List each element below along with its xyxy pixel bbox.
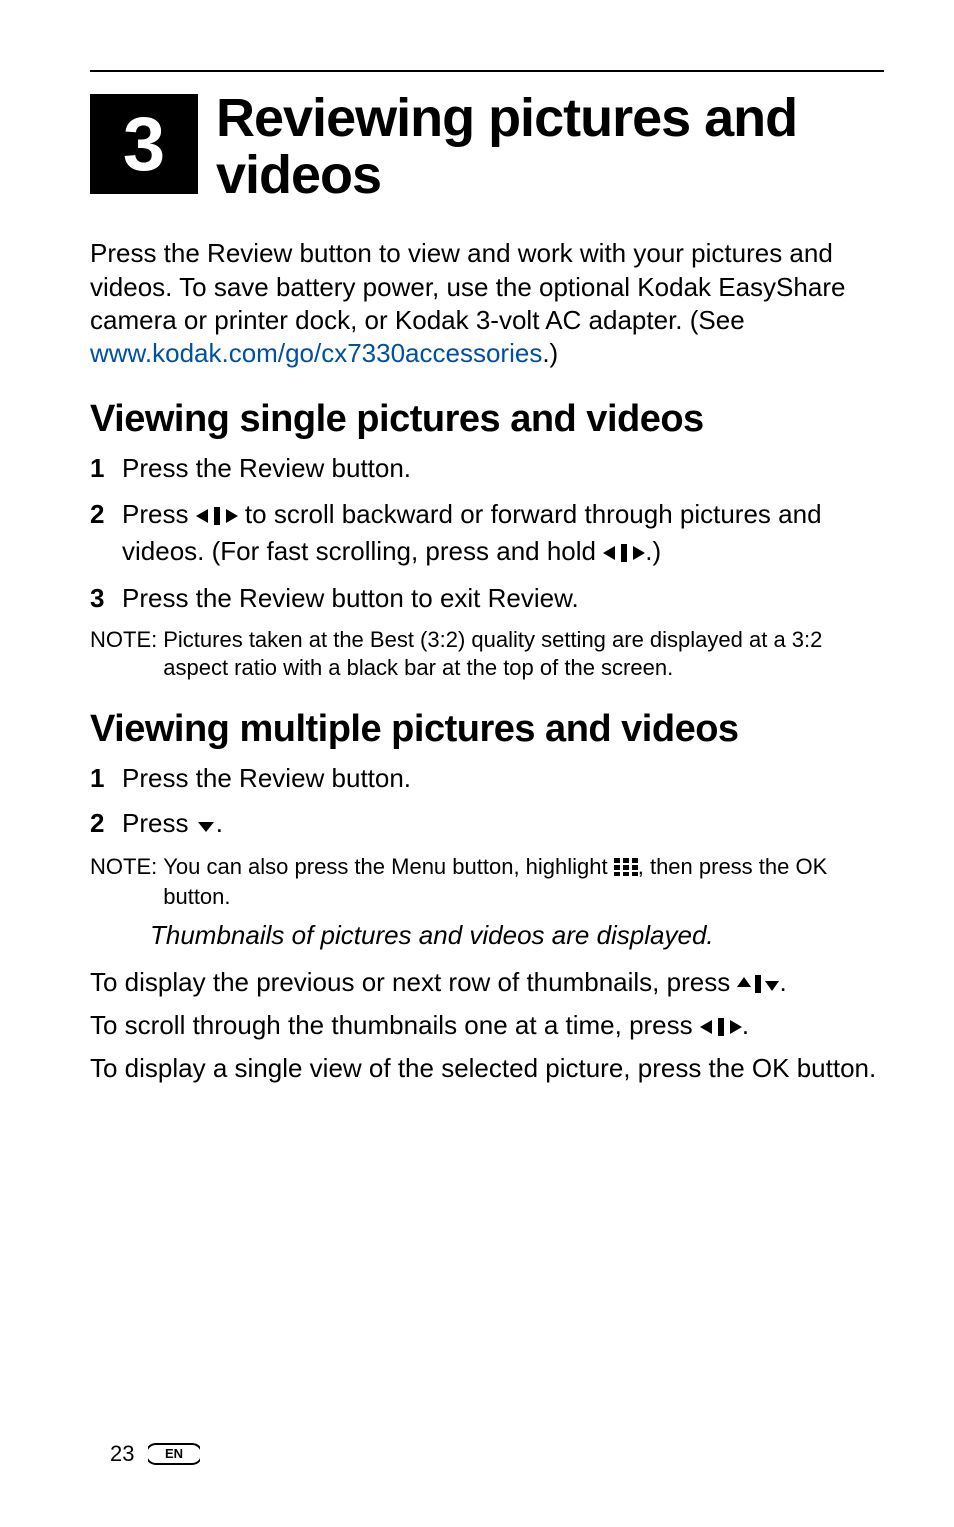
intro-text-2: .) xyxy=(542,338,558,368)
step2-text-a: Press xyxy=(122,499,196,529)
chapter-number-box: 3 xyxy=(90,94,198,194)
emphasis-text: Thumbnails of pictures and videos are di… xyxy=(150,918,884,953)
chapter-header: 3 Reviewing pictures and videos xyxy=(90,90,884,203)
paragraph: To display the previous or next row of t… xyxy=(90,965,884,1002)
step2m-text-b: . xyxy=(216,808,223,838)
step-number: 3 xyxy=(90,581,122,616)
paragraph: To scroll through the thumbnails one at … xyxy=(90,1008,884,1045)
language-code: EN xyxy=(165,1446,183,1461)
note-label: NOTE: xyxy=(90,626,163,682)
note-body: Pictures taken at the Best (3:2) quality… xyxy=(163,626,884,682)
down-arrow-icon xyxy=(196,808,216,843)
step-item: 2 Press . xyxy=(90,806,884,843)
paragraph: To display a single view of the selected… xyxy=(90,1051,884,1086)
accessories-link[interactable]: www.kodak.com/go/cx7330accessories xyxy=(90,338,542,368)
step-text: Press the Review button. xyxy=(122,451,884,486)
steps-list-single: 1 Press the Review button. 2 Press to sc… xyxy=(90,451,884,615)
step-item: 2 Press to scroll backward or forward th… xyxy=(90,497,884,571)
step-text: Press the Review button to exit Review. xyxy=(122,581,884,616)
steps-list-multiple: 1 Press the Review button. 2 Press . xyxy=(90,761,884,843)
step-text: Press to scroll backward or forward thro… xyxy=(122,497,884,571)
step-number: 1 xyxy=(90,451,122,486)
step-text: Press the Review button. xyxy=(122,761,884,796)
intro-text-1: Press the Review button to view and work… xyxy=(90,238,845,335)
top-rule xyxy=(90,70,884,72)
note-label: NOTE: xyxy=(90,853,163,911)
up-down-arrows-icon xyxy=(737,967,779,1002)
section-heading-multiple: Viewing multiple pictures and videos xyxy=(90,708,884,751)
step-item: 1 Press the Review button. xyxy=(90,761,884,796)
step-item: 1 Press the Review button. xyxy=(90,451,884,486)
step-text: Press . xyxy=(122,806,884,843)
step2m-text-a: Press xyxy=(122,808,196,838)
intro-paragraph: Press the Review button to view and work… xyxy=(90,237,884,370)
thumbnail-grid-icon xyxy=(614,855,638,883)
section-heading-single: Viewing single pictures and videos xyxy=(90,398,884,441)
language-badge: EN xyxy=(148,1442,200,1466)
left-right-arrows-icon xyxy=(700,1010,742,1045)
step-item: 3 Press the Review button to exit Review… xyxy=(90,581,884,616)
step2-text-c: .) xyxy=(645,536,661,566)
p1-a: To display the previous or next row of t… xyxy=(90,967,737,997)
page-footer: 23 EN xyxy=(110,1441,200,1467)
note-text-a: You can also press the Menu button, high… xyxy=(163,854,614,879)
note-body: You can also press the Menu button, high… xyxy=(163,853,884,911)
chapter-title: Reviewing pictures and videos xyxy=(216,90,884,203)
note-multiple: NOTE: You can also press the Menu button… xyxy=(90,853,884,911)
left-right-arrows-icon xyxy=(603,536,645,571)
page-number: 23 xyxy=(110,1441,134,1467)
step-number: 2 xyxy=(90,806,122,843)
p2-b: . xyxy=(742,1010,749,1040)
left-right-arrows-icon xyxy=(196,499,238,534)
note-single: NOTE: Pictures taken at the Best (3:2) q… xyxy=(90,626,884,682)
chapter-number: 3 xyxy=(123,101,165,188)
p1-b: . xyxy=(779,967,786,997)
step-number: 2 xyxy=(90,497,122,571)
p2-a: To scroll through the thumbnails one at … xyxy=(90,1010,700,1040)
step-number: 1 xyxy=(90,761,122,796)
